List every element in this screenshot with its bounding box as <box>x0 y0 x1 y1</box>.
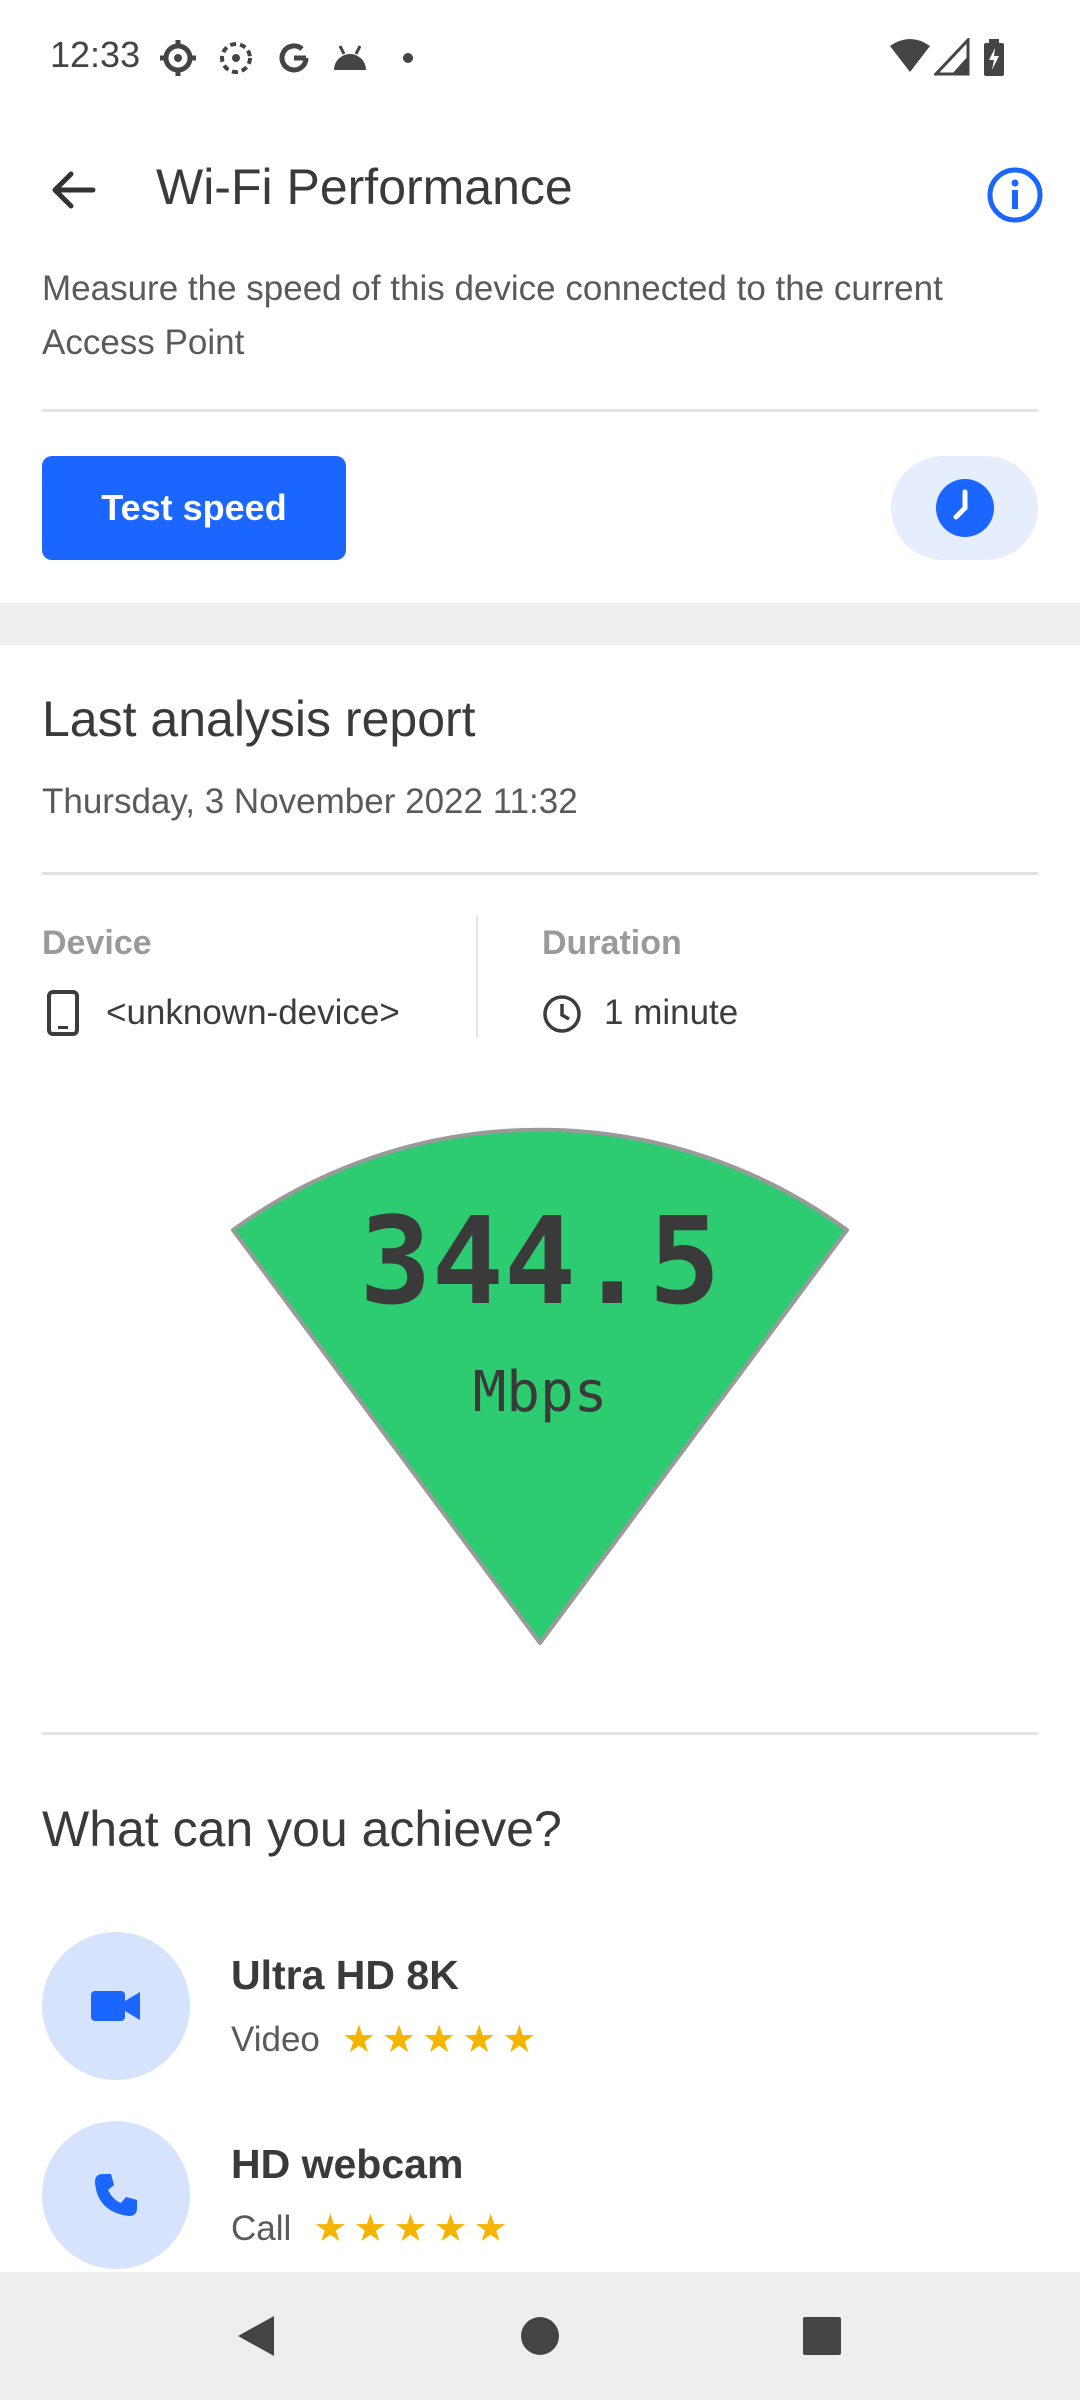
duration-label: Duration <box>542 924 682 962</box>
video-feature-icon <box>42 1932 190 2080</box>
nav-home-icon[interactable] <box>520 2316 560 2356</box>
nav-recents-icon[interactable] <box>802 2316 842 2356</box>
phone-device-icon <box>47 990 79 1036</box>
test-speed-button[interactable]: Test speed <box>42 456 346 560</box>
nav-back-icon[interactable] <box>234 2314 278 2358</box>
clock-outline-icon <box>543 995 581 1033</box>
signal-icon <box>934 38 970 76</box>
vertical-divider <box>476 916 478 1038</box>
schedule-button[interactable] <box>891 456 1038 560</box>
call-feature-icon <box>42 2121 190 2269</box>
feature-title: HD webcam <box>231 2141 464 2187</box>
device-label: Device <box>42 924 152 962</box>
star-icon: ★ <box>502 2019 537 2061</box>
info-icon <box>987 167 1043 223</box>
star-icon: ★ <box>462 2019 497 2061</box>
star-icon: ★ <box>473 2208 508 2250</box>
feature-subtitle: Video ★ ★ ★ ★ ★ <box>231 2020 536 2060</box>
videocam-icon <box>91 1991 140 2021</box>
clock-icon <box>935 479 994 537</box>
device-value: <unknown-device> <box>106 993 400 1032</box>
achieve-title: What can you achieve? <box>42 1801 562 1857</box>
star-icon: ★ <box>433 2208 468 2250</box>
star-icon: ★ <box>341 2019 376 2061</box>
gauge-unit: Mbps <box>473 1360 608 1425</box>
feature-category: Video <box>231 2020 320 2059</box>
section-separator <box>0 603 1080 645</box>
divider <box>42 872 1038 875</box>
star-icon: ★ <box>353 2208 388 2250</box>
dot-icon <box>403 53 413 63</box>
battery-charging-icon <box>984 39 1004 76</box>
star-icon: ★ <box>313 2208 348 2250</box>
back-button[interactable] <box>34 150 114 230</box>
divider <box>42 409 1038 412</box>
phone-icon <box>95 2174 137 2216</box>
wifi-icon <box>890 39 930 72</box>
feature-category: Call <box>231 2209 292 2248</box>
star-icon: ★ <box>422 2019 457 2061</box>
report-title: Last analysis report <box>42 691 476 747</box>
divider <box>42 1732 1038 1735</box>
sync-icon <box>220 42 252 74</box>
description-text: Measure the speed of this device connect… <box>42 269 943 362</box>
page-title: Wi-Fi Performance <box>156 159 573 215</box>
report-date: Thursday, 3 November 2022 11:32 <box>42 782 578 821</box>
rating-stars: ★ ★ ★ ★ ★ <box>313 2210 507 2248</box>
status-time: 12:33 <box>50 34 141 75</box>
duration-value: 1 minute <box>604 993 739 1032</box>
android-icon <box>334 45 366 70</box>
settings-icon <box>160 40 196 76</box>
feature-subtitle: Call ★ ★ ★ ★ ★ <box>231 2209 508 2249</box>
info-button[interactable] <box>980 160 1050 230</box>
speed-gauge: 344.5 Mbps <box>231 1127 849 1645</box>
feature-title: Ultra HD 8K <box>231 1952 459 1998</box>
star-icon: ★ <box>393 2208 428 2250</box>
rating-stars: ★ ★ ★ ★ ★ <box>342 2021 536 2059</box>
arrow-back-icon <box>52 171 96 209</box>
gauge-value: 344.5 <box>359 1193 720 1332</box>
star-icon: ★ <box>381 2019 417 2061</box>
google-icon <box>279 43 309 73</box>
